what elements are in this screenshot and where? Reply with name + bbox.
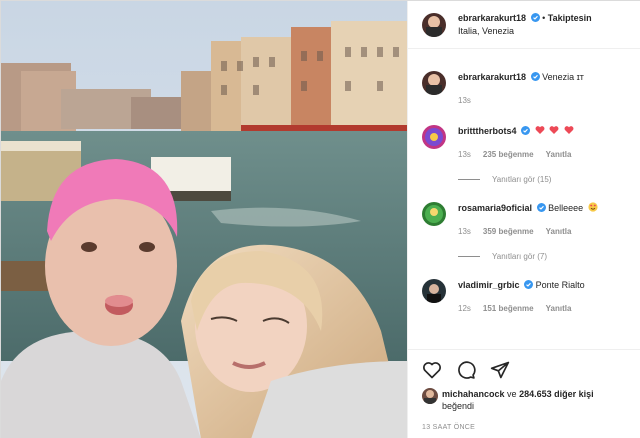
comment-body: vladimir_grbic Ponte Rialto 12s 151 beğe… bbox=[458, 279, 627, 315]
comment-item: vladimir_grbic Ponte Rialto 12s 151 beğe… bbox=[422, 279, 627, 315]
reply-button[interactable]: Yanıtla bbox=[546, 226, 572, 238]
likes-text: michahancock ve 284.653 diğer kişi beğen… bbox=[442, 388, 594, 412]
red-heart-emoji-icon bbox=[564, 126, 574, 134]
likes-suffix: beğendi bbox=[442, 401, 475, 411]
author-avatar[interactable] bbox=[422, 12, 446, 37]
comment-avatar[interactable] bbox=[422, 125, 446, 149]
view-replies-label: Yanıtları gör (7) bbox=[492, 252, 547, 261]
heart-eyes-emoji-icon bbox=[588, 202, 598, 212]
caption-body: ebrarkarakurt18 Venezia ɪᴛ 13s bbox=[458, 71, 627, 107]
caption-text: Venezia ɪᴛ bbox=[542, 72, 584, 82]
action-icons bbox=[422, 358, 628, 382]
reply-button[interactable]: Yanıtla bbox=[546, 303, 572, 315]
view-replies-button[interactable]: Yanıtları gör (7) bbox=[458, 252, 627, 261]
comment-icon[interactable] bbox=[456, 360, 476, 380]
comments-list: ebrarkarakurt18 Venezia ɪᴛ 13s brittther… bbox=[408, 71, 640, 315]
comment-meta: 13s 235 beğenme Yanıtla bbox=[458, 149, 627, 161]
post-photo[interactable] bbox=[1, 1, 407, 438]
comment-body: britttherbots4 13s 235 beğenme Yanıtla bbox=[458, 125, 627, 161]
comment-username[interactable]: britttherbots4 bbox=[458, 126, 517, 136]
comment-likes[interactable]: 151 beğenme bbox=[483, 303, 534, 315]
caption: ebrarkarakurt18 Venezia ɪᴛ 13s bbox=[422, 71, 627, 107]
view-replies-label: Yanıtları gör (15) bbox=[492, 175, 552, 184]
view-replies-button[interactable]: Yanıtları gör (15) bbox=[458, 175, 627, 184]
header-text: ebrarkarakurt18 • Takiptesin Italia, Ven… bbox=[458, 12, 592, 38]
likes-count[interactable]: 284.653 diğer kişi bbox=[519, 389, 594, 399]
post-header: ebrarkarakurt18 • Takiptesin Italia, Ven… bbox=[408, 1, 640, 49]
post-location[interactable]: Italia, Venezia bbox=[458, 25, 592, 38]
caption-meta: 13s bbox=[458, 95, 627, 107]
comment-text: Belleeee bbox=[548, 203, 584, 213]
comment-username[interactable]: rosamaria9oficial bbox=[458, 203, 532, 213]
verified-badge-icon bbox=[536, 203, 546, 212]
venice-selfie-image bbox=[1, 1, 407, 438]
red-heart-emoji-icon bbox=[535, 126, 544, 134]
header-separator: • bbox=[542, 12, 546, 23]
avatar-image bbox=[425, 128, 443, 146]
verified-badge-icon bbox=[524, 280, 534, 289]
comment-time[interactable]: 13s bbox=[458, 226, 471, 238]
post-timestamp[interactable]: 13 SAAT ÖNCE bbox=[422, 424, 628, 431]
avatar-image bbox=[424, 390, 436, 404]
heart-icon[interactable] bbox=[422, 360, 442, 380]
red-heart-emoji-icon bbox=[549, 126, 559, 134]
author-username[interactable]: ebrarkarakurt18 bbox=[458, 13, 526, 23]
verified-badge-icon bbox=[521, 126, 531, 135]
instagram-post: ebrarkarakurt18 • Takiptesin Italia, Ven… bbox=[0, 0, 640, 438]
avatar-image bbox=[426, 15, 442, 37]
verified-badge-icon bbox=[530, 72, 540, 81]
follow-status-button[interactable]: Takiptesin bbox=[548, 13, 592, 23]
comment-avatar[interactable] bbox=[422, 279, 446, 303]
comment-body: rosamaria9oficial Belleeee 13s 359 beğen… bbox=[458, 202, 627, 238]
share-icon[interactable] bbox=[490, 360, 510, 380]
avatar-image bbox=[426, 74, 442, 95]
post-sidebar: ebrarkarakurt18 • Takiptesin Italia, Ven… bbox=[407, 1, 640, 438]
reply-button[interactable]: Yanıtla bbox=[546, 149, 572, 161]
comment-meta: 13s 359 beğenme Yanıtla bbox=[458, 226, 627, 238]
post-actions: michahancock ve 284.653 diğer kişi beğen… bbox=[408, 349, 640, 431]
caption-avatar[interactable] bbox=[422, 71, 446, 95]
comment-item: rosamaria9oficial Belleeee 13s 359 beğen… bbox=[422, 202, 627, 238]
comment-likes[interactable]: 235 beğenme bbox=[483, 149, 534, 161]
comment-time[interactable]: 13s bbox=[458, 149, 471, 161]
replies-divider bbox=[458, 179, 480, 180]
verified-badge-icon bbox=[530, 12, 540, 22]
comment-likes[interactable]: 359 beğenme bbox=[483, 226, 534, 238]
comment-item: britttherbots4 13s 235 beğenme Yanıtla bbox=[422, 125, 627, 161]
avatar-image bbox=[427, 284, 441, 303]
likes-summary: michahancock ve 284.653 diğer kişi beğen… bbox=[422, 388, 628, 412]
avatar-image bbox=[425, 205, 443, 223]
comment-time[interactable]: 12s bbox=[458, 303, 471, 315]
liker-avatar[interactable] bbox=[422, 388, 438, 404]
comment-meta: 12s 151 beğenme Yanıtla bbox=[458, 303, 627, 315]
caption-username[interactable]: ebrarkarakurt18 bbox=[458, 72, 526, 82]
replies-divider bbox=[458, 256, 480, 257]
comment-username[interactable]: vladimir_grbic bbox=[458, 280, 520, 290]
caption-time[interactable]: 13s bbox=[458, 95, 471, 107]
likes-connector: ve bbox=[507, 389, 517, 399]
liker-username[interactable]: michahancock bbox=[442, 389, 505, 399]
comment-avatar[interactable] bbox=[422, 202, 446, 226]
comment-text: Ponte Rialto bbox=[535, 280, 585, 290]
